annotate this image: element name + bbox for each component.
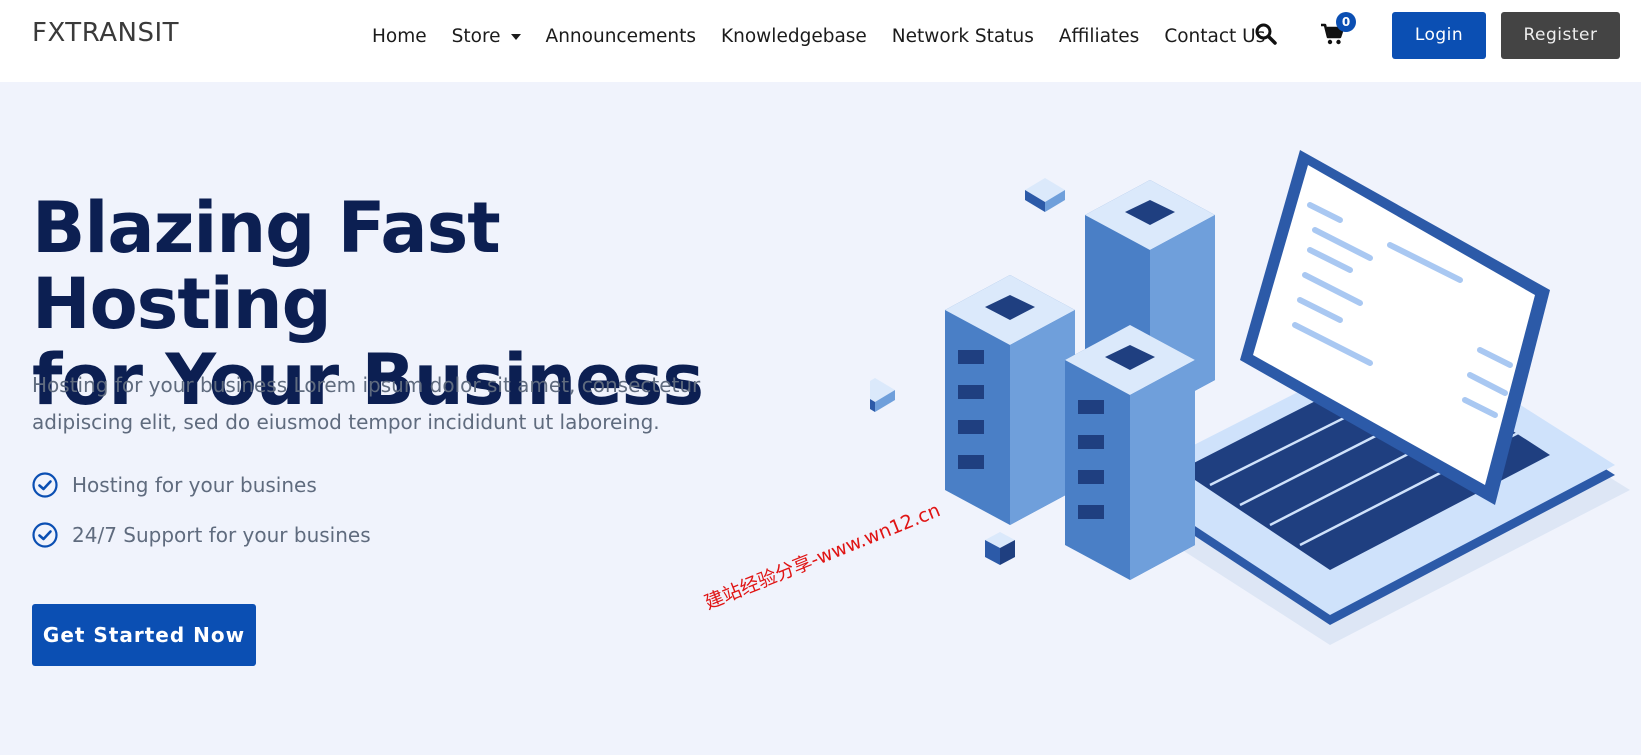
nav-network-status-label: Network Status — [891, 25, 1034, 47]
nav-network-status[interactable]: Network Status — [892, 26, 1034, 47]
search-button[interactable] — [1254, 22, 1278, 46]
hero-description: Hosting for your business Lorem ipsum do… — [32, 373, 701, 434]
search-icon — [1255, 23, 1277, 45]
hero-title-line-1: Blazing Fast Hosting — [32, 187, 501, 345]
feature-item: 24/7 Support for your busines — [32, 522, 371, 548]
nav-announcements-label: Announcements — [545, 25, 696, 47]
nav-affiliates[interactable]: Affiliates — [1059, 26, 1139, 47]
feature-label: Hosting for your busines — [72, 473, 317, 497]
small-cube-bottom — [985, 532, 1015, 565]
feature-item: Hosting for your busines — [32, 472, 317, 498]
small-cube-left — [870, 378, 895, 412]
nav-store-label: Store — [451, 25, 501, 47]
nav-knowledgebase[interactable]: Knowledgebase — [721, 26, 867, 47]
nav-home-label: Home — [372, 25, 427, 47]
login-button[interactable]: Login — [1392, 12, 1486, 59]
server-tower-front — [1065, 325, 1195, 580]
small-cube-top — [1025, 178, 1065, 212]
nav-contact-us-label: Contact Us — [1164, 25, 1266, 47]
site-logo[interactable]: FXTRANSIT — [32, 18, 179, 48]
caret-down-icon — [510, 34, 521, 40]
nav-knowledgebase-label: Knowledgebase — [721, 25, 867, 47]
check-circle-icon — [32, 522, 58, 548]
nav-announcements[interactable]: Announcements — [546, 26, 696, 47]
feature-label: 24/7 Support for your busines — [72, 523, 371, 547]
nav-contact-us[interactable]: Contact Us — [1164, 26, 1265, 47]
nav-home[interactable]: Home — [372, 26, 427, 47]
register-button[interactable]: Register — [1501, 12, 1620, 59]
site-header: FXTRANSIT Home Store Announcements Knowl… — [0, 0, 1641, 82]
main-nav: Home Store Announcements Knowledgebase N… — [372, 24, 1290, 48]
get-started-button[interactable]: Get Started Now — [32, 604, 256, 666]
hosting-illustration — [870, 150, 1630, 645]
check-circle-icon — [32, 472, 58, 498]
nav-affiliates-label: Affiliates — [1058, 25, 1140, 47]
server-tower-left — [945, 275, 1075, 525]
cart-count-badge: 0 — [1336, 12, 1356, 32]
nav-store[interactable]: Store — [452, 26, 521, 47]
